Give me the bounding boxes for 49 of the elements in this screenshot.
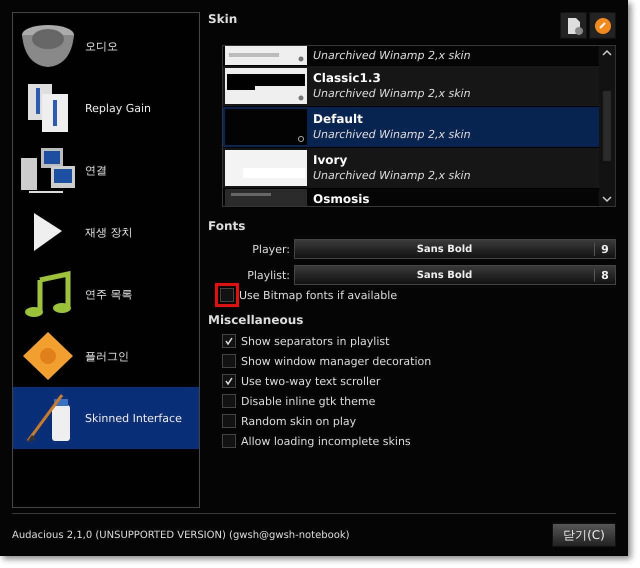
section-heading: Fonts [208,219,246,233]
skin-name: Ivory [313,152,348,168]
skin-description: Unarchived Winamp 2,x skin [313,127,471,143]
checkbox[interactable] [220,288,234,302]
checkbox[interactable] [222,414,236,428]
close-button[interactable]: 닫기(C) [552,523,616,547]
checkbox-label: Use Bitmap fonts if available [239,288,398,302]
scroll-thumb [603,91,611,161]
skin-row[interactable]: Ivory Unarchived Winamp 2,x skin [223,148,599,189]
paintbrush-tube-icon [26,394,70,442]
sidebar-item[interactable]: Replay Gain [13,77,199,139]
font-picker-button[interactable]: Sans Bold 9 [294,239,616,259]
sidebar-item[interactable]: 재생 장치 [13,201,199,263]
checkbox-label: Disable inline gtk theme [241,394,376,408]
skin-description: Unarchived Winamp 2,x skin [313,168,471,184]
sidebar-item[interactable]: 연주 목록 [13,263,199,325]
checkbox[interactable] [222,434,236,448]
skin-row[interactable]: Unarchived Winamp 2,x skin [223,46,599,66]
sliders-icon [28,84,68,132]
checkbox-label: Use two-way text scroller [241,374,380,388]
section-heading: Miscellaneous [208,313,304,327]
skin-description: Unarchived Winamp 2,x skin [313,86,471,102]
sidebar-item[interactable]: 플러그인 [13,325,199,387]
section-heading: Skin [208,12,238,26]
font-picker-button[interactable]: Sans Bold 8 [294,265,616,285]
skin-name: Classic1.3 [313,70,382,86]
computers-icon [21,148,75,192]
field-label: Player: [251,242,290,256]
skin-name: Default [313,111,364,127]
skin-row[interactable]: Osmosis [223,189,599,206]
checkbox[interactable] [222,354,236,368]
checkbox[interactable] [222,394,236,408]
sidebar-item[interactable]: 연결 [13,139,199,201]
sidebar-item[interactable]: Skinned Interface [13,387,199,449]
checkbox-label: Random skin on play [241,414,356,428]
checkbox-label: Allow loading incomplete skins [241,434,411,448]
checkbox-label: Show window manager decoration [241,354,432,368]
sidebar-item[interactable]: 오디오 [13,15,199,77]
field-label: Playlist: [246,268,290,282]
checkbox[interactable] [222,374,236,388]
version-text: Audacious 2,1,0 (UNSUPPORTED VERSION) (gwsh@gwsh-notebook) [12,530,350,540]
skin-name: Osmosis [313,190,370,206]
music-note-icon [25,270,71,318]
checkbox-label: Show separators in playlist [241,334,390,348]
skin-row[interactable]: Classic1.3 Unarchived Winamp 2,x skin [223,66,599,107]
skin-row[interactable]: Default Unarchived Winamp 2,x skin [223,107,599,148]
skin-description: Unarchived Winamp 2,x skin [313,48,471,64]
play-icon [34,213,62,251]
checkbox[interactable] [222,334,236,348]
